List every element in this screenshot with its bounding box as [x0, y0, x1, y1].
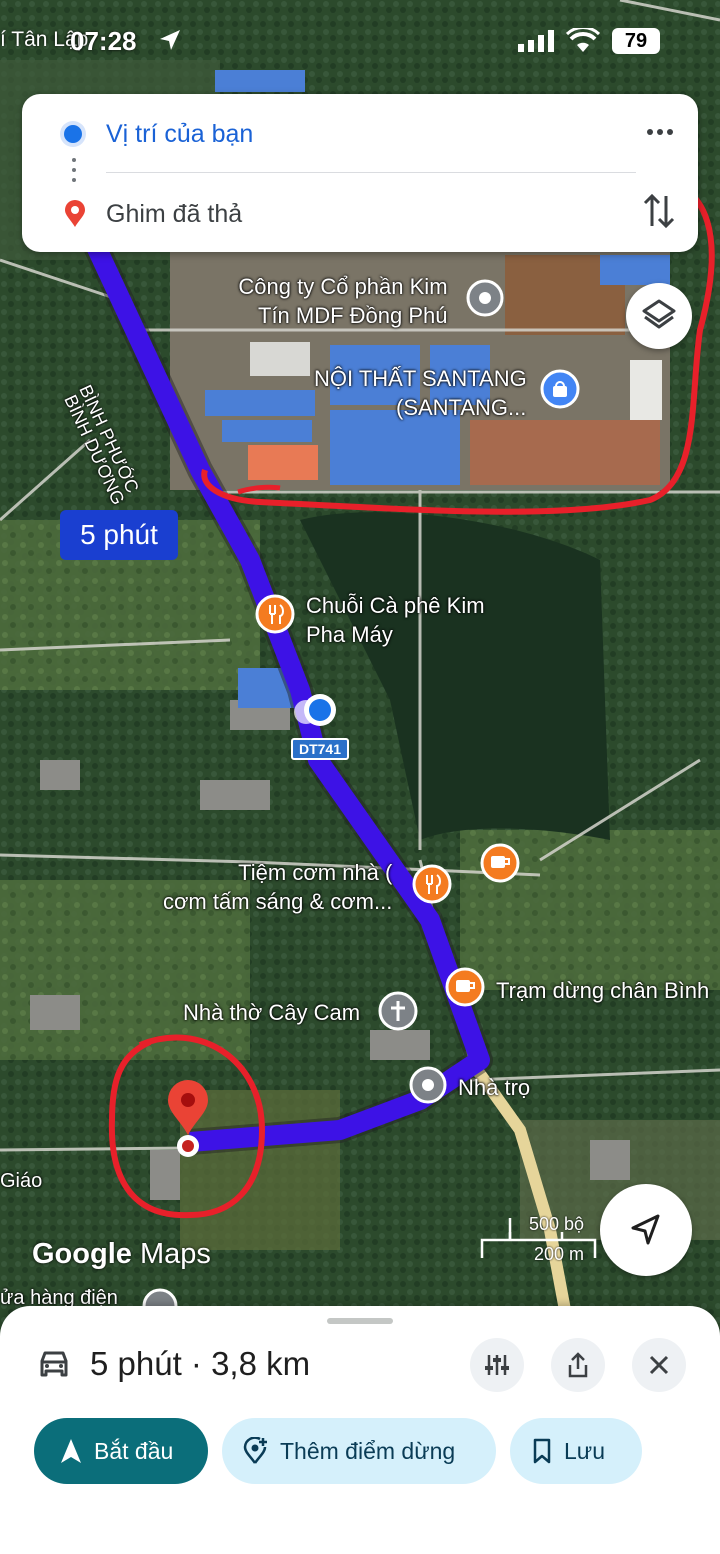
save-label: Lưu: [564, 1437, 605, 1464]
scale-metric: 200 m: [533, 1244, 584, 1264]
add-location-icon: [243, 1437, 267, 1464]
bookmark-icon: [533, 1438, 551, 1464]
place-label-motel[interactable]: Nhà trọ: [458, 1073, 530, 1102]
brand-google: Google: [32, 1238, 132, 1270]
navigation-icon: [61, 1439, 81, 1463]
recenter-button[interactable]: [600, 1184, 692, 1276]
poi-restaurant-icon: [412, 864, 452, 904]
sheet-grabber[interactable]: [327, 1318, 393, 1324]
map-scale: 500 bộ 200 m: [480, 1212, 592, 1264]
status-bar: í Tân Lập 07:28 79: [0, 22, 720, 62]
poi-cafe-icon: [445, 967, 485, 1007]
origin-row[interactable]: Vị trí của bạn: [22, 104, 698, 164]
place-label-furniture-line2: (SANTANG...: [396, 395, 527, 420]
nav-arrow-icon: [160, 30, 180, 50]
close-icon: [649, 1355, 669, 1375]
layers-icon: [642, 299, 676, 329]
place-label-giao: Giáo: [0, 1170, 43, 1192]
add-stop-button[interactable]: Thêm điểm dừng: [222, 1418, 496, 1484]
poi-shopping-icon: [540, 369, 580, 409]
poi-motel-icon: [409, 1066, 447, 1104]
place-label-rice-line2: cơm tấm sáng & cơm...: [163, 889, 393, 914]
connector-dots-icon: [72, 158, 76, 186]
place-label-cafe-line1: Chuỗi Cà phê Kim: [306, 593, 485, 618]
destination-field[interactable]: Ghim đã thả: [106, 200, 242, 229]
field-divider: [106, 172, 636, 173]
route-options-button[interactable]: [470, 1338, 524, 1392]
place-label-furniture[interactable]: NỘI THẤT SANTANG (SANTANG...: [314, 364, 527, 422]
route-time-badge[interactable]: 5 phút: [60, 510, 178, 560]
destination-row[interactable]: Ghim đã thả: [22, 184, 698, 244]
google-maps-logo: Google Maps: [32, 1238, 211, 1271]
share-icon: [568, 1352, 588, 1378]
signal-icon: [518, 30, 554, 52]
battery-indicator: 79: [612, 28, 660, 54]
place-label-rice[interactable]: Tiệm cơm nhà ( cơm tấm sáng & cơm...: [163, 858, 392, 916]
scale-imperial: 500 bộ: [528, 1214, 584, 1234]
directions-card: Vị trí của bạn Ghim đã thả: [22, 94, 698, 252]
compass-icon: [631, 1214, 660, 1245]
start-navigation-button[interactable]: Bắt đầu: [34, 1418, 208, 1484]
place-label-company[interactable]: Công ty Cổ phần Kim Tín MDF Đồng Phú: [228, 272, 448, 330]
tune-icon: [485, 1355, 509, 1375]
poi-cafe-icon: [480, 843, 520, 883]
place-label-church[interactable]: Nhà thờ Cây Cam: [183, 998, 360, 1027]
more-vert-icon[interactable]: [640, 112, 680, 152]
poi-church-icon: [378, 991, 418, 1031]
route-summary: 5 phút · 3,8 km: [36, 1340, 310, 1388]
poi-company-icon: [466, 279, 504, 317]
add-stop-label: Thêm điểm dừng: [280, 1437, 456, 1464]
route-bottom-sheet: 5 phút · 3,8 km Bắt đầu Thêm điểm dừng L…: [0, 1306, 720, 1554]
place-label-cafe[interactable]: Chuỗi Cà phê Kim Pha Máy: [306, 591, 485, 649]
save-button[interactable]: Lưu: [510, 1418, 642, 1484]
layers-button[interactable]: [626, 283, 692, 349]
brand-maps: Maps: [139, 1238, 211, 1270]
poi-restaurant-icon: [255, 594, 295, 634]
car-icon: [40, 1351, 68, 1377]
pin-icon: [65, 200, 85, 227]
place-label-rest-stop[interactable]: Trạm dừng chân Bình: [496, 976, 709, 1005]
close-button[interactable]: [632, 1338, 686, 1392]
place-label-furniture-line1: NỘI THẤT SANTANG: [314, 366, 527, 391]
origin-field[interactable]: Vị trí của bạn: [106, 120, 253, 149]
place-label-rice-line1: Tiệm cơm nhà (: [238, 860, 393, 885]
route-summary-text: 5 phút · 3,8 km: [90, 1345, 311, 1382]
share-button[interactable]: [551, 1338, 605, 1392]
swap-icon[interactable]: [640, 190, 678, 232]
place-label-cafe-line2: Pha Máy: [306, 622, 393, 647]
your-location-icon: [64, 125, 82, 143]
place-label-company-line1: Công ty Cổ phần Kim: [238, 274, 448, 299]
road-shield-dt741: DT741: [291, 738, 349, 760]
status-time: 07:28: [70, 26, 137, 56]
place-label-company-line2: Tín MDF Đồng Phú: [258, 303, 448, 328]
start-navigation-label: Bắt đầu: [94, 1437, 174, 1464]
wifi-icon: [566, 28, 600, 52]
